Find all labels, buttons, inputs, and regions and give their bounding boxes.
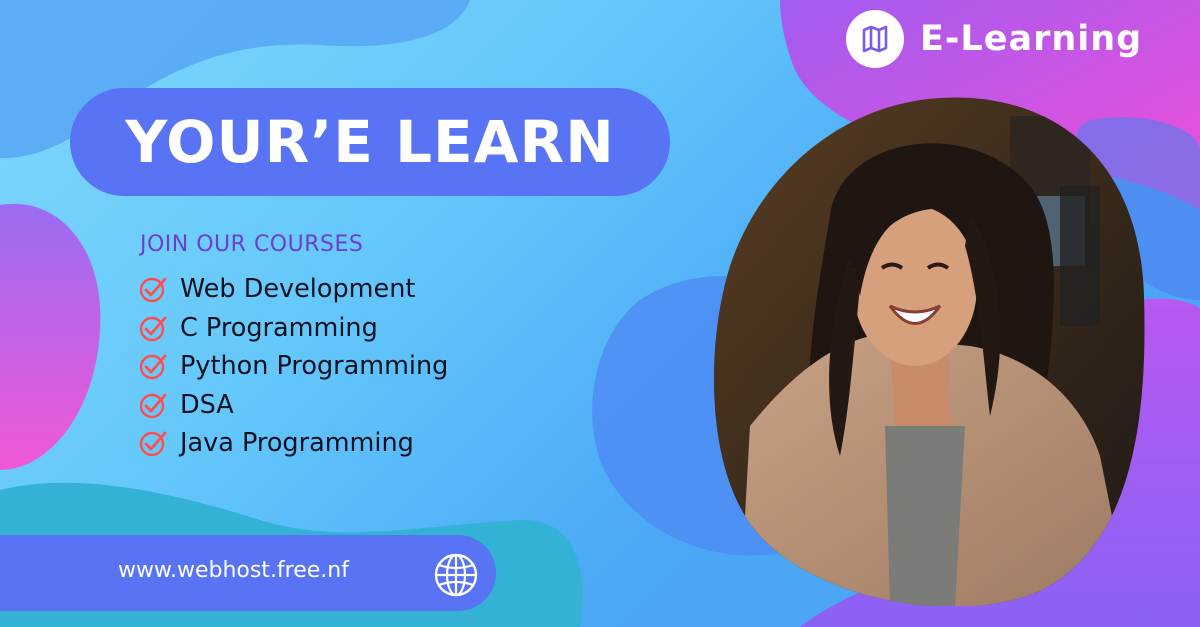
check-circle-icon <box>139 316 167 341</box>
globe-icon <box>434 553 478 597</box>
check-circle-icon <box>139 393 167 418</box>
banner: E-Learning YOUR’E LEARN JOIN OUR COURSES… <box>0 0 1200 627</box>
check-circle-icon <box>139 431 167 457</box>
course-item: Web Development <box>138 270 448 309</box>
student-photo <box>713 97 1145 606</box>
course-label: Python Programming <box>180 351 449 382</box>
headline-pill: YOUR’E LEARN <box>70 88 670 196</box>
course-item: C Programming <box>138 309 448 348</box>
headline: YOUR’E LEARN <box>125 108 615 176</box>
course-item: Python Programming <box>138 347 448 386</box>
website-link[interactable]: www.webhost.free.nf <box>118 558 349 583</box>
course-label: Web Development <box>180 274 416 305</box>
course-label: C Programming <box>180 312 378 343</box>
course-item: Java Programming <box>138 424 448 463</box>
course-item: DSA <box>138 386 448 425</box>
check-circle-icon <box>139 277 167 303</box>
brand-name: E-Learning <box>920 19 1143 59</box>
course-list: Web Development C Programming Python Pro… <box>138 270 448 463</box>
check-circle-icon <box>139 354 167 380</box>
map-icon <box>846 10 904 68</box>
course-label: DSA <box>180 389 234 420</box>
courses-heading: JOIN OUR COURSES <box>140 232 364 257</box>
course-label: Java Programming <box>180 428 414 459</box>
brand[interactable]: E-Learning <box>846 10 1142 68</box>
